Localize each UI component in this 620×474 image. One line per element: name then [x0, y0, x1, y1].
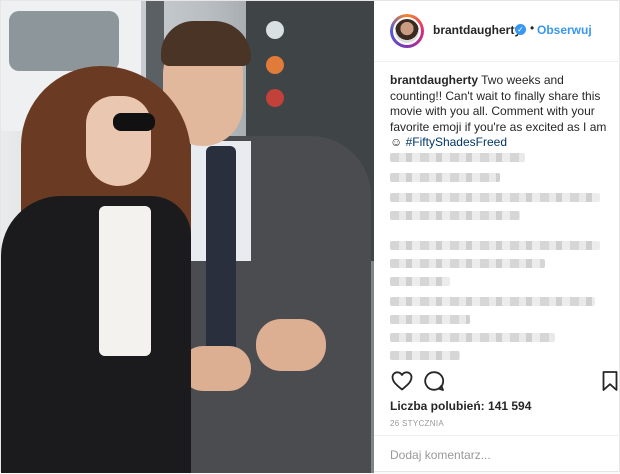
blurred-comment — [390, 153, 525, 162]
comment-bar — [374, 435, 620, 474]
caption-username-link[interactable]: brantdaugherty — [390, 73, 478, 87]
photo-woman-jacket — [1, 196, 191, 473]
follow-button[interactable]: Obserwuj — [537, 23, 592, 37]
instagram-post: brantdaugherty ✓ • Obserwuj brantdaugher… — [0, 0, 620, 473]
likes-count[interactable]: Liczba polubień: 141 594 — [390, 399, 531, 413]
post-photo[interactable] — [1, 1, 374, 473]
post-sidebar: brantdaugherty ✓ • Obserwuj brantdaugher… — [374, 1, 620, 473]
verified-badge-icon: ✓ — [515, 24, 526, 35]
comment-icon[interactable] — [422, 369, 446, 393]
blurred-comment — [390, 333, 555, 342]
username-link[interactable]: brantdaugherty — [433, 23, 521, 37]
blurred-comment — [390, 173, 500, 182]
blurred-comment — [390, 211, 520, 220]
blurred-comment — [390, 277, 450, 286]
blurred-comment — [390, 351, 460, 360]
blurred-comment — [390, 315, 470, 324]
post-date[interactable]: 26 STYCZNIA — [390, 419, 444, 428]
photo-man-hand — [256, 319, 326, 371]
hashtag-link[interactable]: #FiftyShadesFreed — [406, 135, 507, 149]
blurred-comment — [390, 193, 600, 202]
post-header: brantdaugherty ✓ • Obserwuj — [374, 1, 620, 62]
photo-woman-face — [86, 96, 151, 186]
photo-woman-sunglasses — [113, 113, 155, 131]
photo-man-hand — [181, 346, 251, 391]
avatar-image — [393, 17, 421, 45]
post-caption: brantdaugherty Two weeks and counting!! … — [390, 73, 610, 151]
blurred-comment — [390, 241, 600, 250]
heart-icon[interactable] — [390, 369, 414, 393]
avatar[interactable] — [390, 14, 424, 48]
likes-label: Liczba polubień: — [390, 399, 485, 413]
photo-woman-blouse — [99, 206, 151, 356]
blurred-comment — [390, 297, 595, 306]
comment-input[interactable] — [390, 446, 590, 464]
action-bar — [374, 369, 620, 395]
separator-dot: • — [530, 21, 535, 35]
blurred-comment — [390, 259, 545, 268]
likes-value: 141 594 — [488, 399, 532, 413]
photo-man-tie — [206, 146, 236, 376]
bookmark-icon[interactable] — [598, 369, 620, 393]
